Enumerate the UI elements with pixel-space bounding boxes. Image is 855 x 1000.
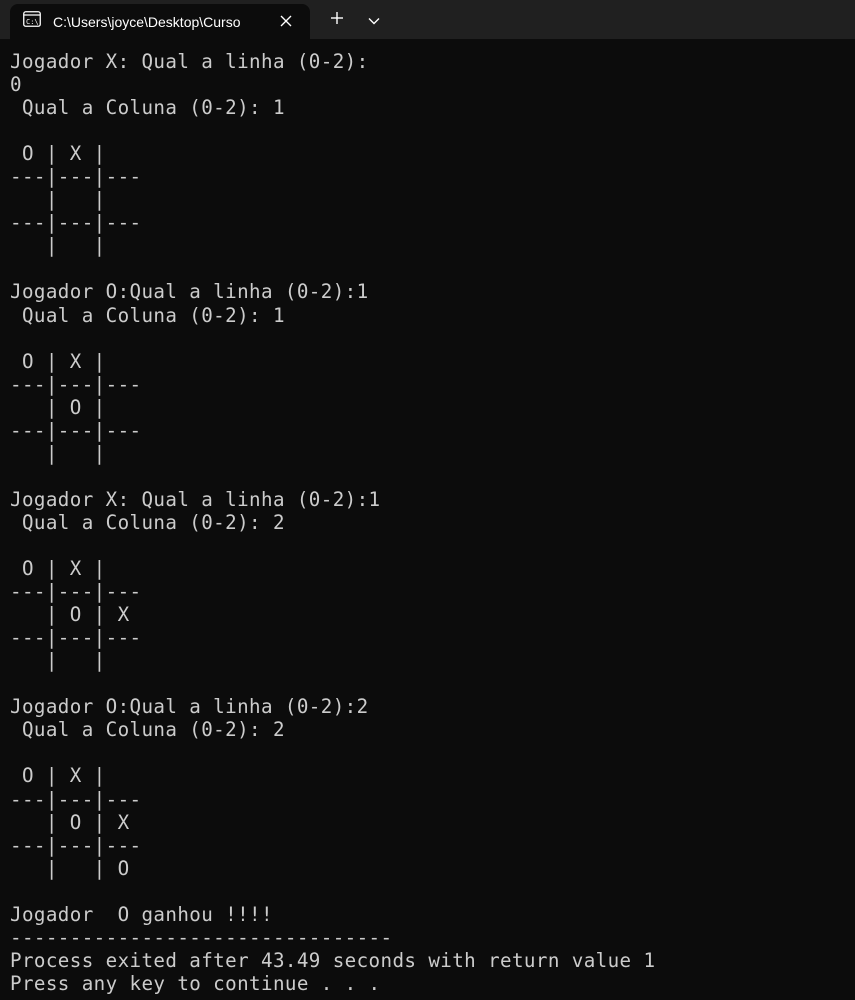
new-tab-button[interactable] (322, 5, 352, 33)
console-line: ---|---|--- (10, 418, 142, 442)
console-line: | O | X (10, 603, 130, 627)
console-line: O | X | (10, 349, 106, 373)
console-line: Qual a Coluna (0-2): 1 (10, 303, 285, 327)
console-line: ---|---|--- (10, 626, 142, 650)
plus-icon (330, 10, 344, 29)
console-line: | | (10, 441, 106, 465)
console-line: Press any key to continue . . . (10, 971, 381, 995)
terminal-icon: C:\ (23, 11, 41, 27)
console-line: Qual a Coluna (0-2): 2 (10, 718, 285, 742)
console-output: Jogador X: Qual a linha (0-2): 0 Qual a C… (10, 50, 655, 995)
console-line: -------------------------------- (10, 925, 393, 949)
tab-dropdown-button[interactable] (359, 5, 389, 33)
console-line: | O | (10, 395, 106, 419)
svg-text:C:\: C:\ (26, 18, 39, 26)
tab-title: C:\Users\joyce\Desktop\Curso (53, 14, 241, 30)
console-line: ---|---|--- (10, 787, 142, 811)
console-line: ---|---|--- (10, 580, 142, 604)
console-line: Qual a Coluna (0-2): 1 (10, 96, 285, 120)
console-line: Jogador O:Qual a linha (0-2):2 (10, 695, 369, 719)
console-line: ---|---|--- (10, 833, 142, 857)
console-line: | O | X (10, 810, 130, 834)
console-line: | | (10, 188, 106, 212)
console-line: ---|---|--- (10, 211, 142, 235)
console-line: Jogador X: Qual a linha (0-2):1 (10, 487, 381, 511)
console-line: ---|---|--- (10, 372, 142, 396)
close-icon[interactable] (274, 9, 298, 33)
console-line: Jogador O:Qual a linha (0-2):1 (10, 280, 369, 304)
console-line: O | X | (10, 142, 106, 166)
title-bar: C:\ C:\Users\joyce\Desktop\Curso (0, 0, 855, 39)
console-line: 0 (10, 73, 22, 97)
console-line: ---|---|--- (10, 165, 142, 189)
terminal-tab[interactable]: C:\ C:\Users\joyce\Desktop\Curso (10, 4, 310, 39)
console-line: | | (10, 649, 106, 673)
console-line: Jogador X: Qual a linha (0-2): (10, 50, 369, 73)
console-line: O | X | (10, 557, 106, 581)
console-line: Jogador O ganhou !!!! (10, 902, 273, 926)
console-line: | | (10, 234, 106, 258)
console-line: Qual a Coluna (0-2): 2 (10, 510, 285, 534)
console-line: O | X | (10, 764, 106, 788)
console-line: | | O (10, 856, 130, 880)
console-line: Process exited after 43.49 seconds with … (10, 948, 656, 972)
chevron-down-icon (368, 10, 380, 29)
terminal-area[interactable]: Jogador X: Qual a linha (0-2): 0 Qual a C… (0, 39, 855, 1000)
